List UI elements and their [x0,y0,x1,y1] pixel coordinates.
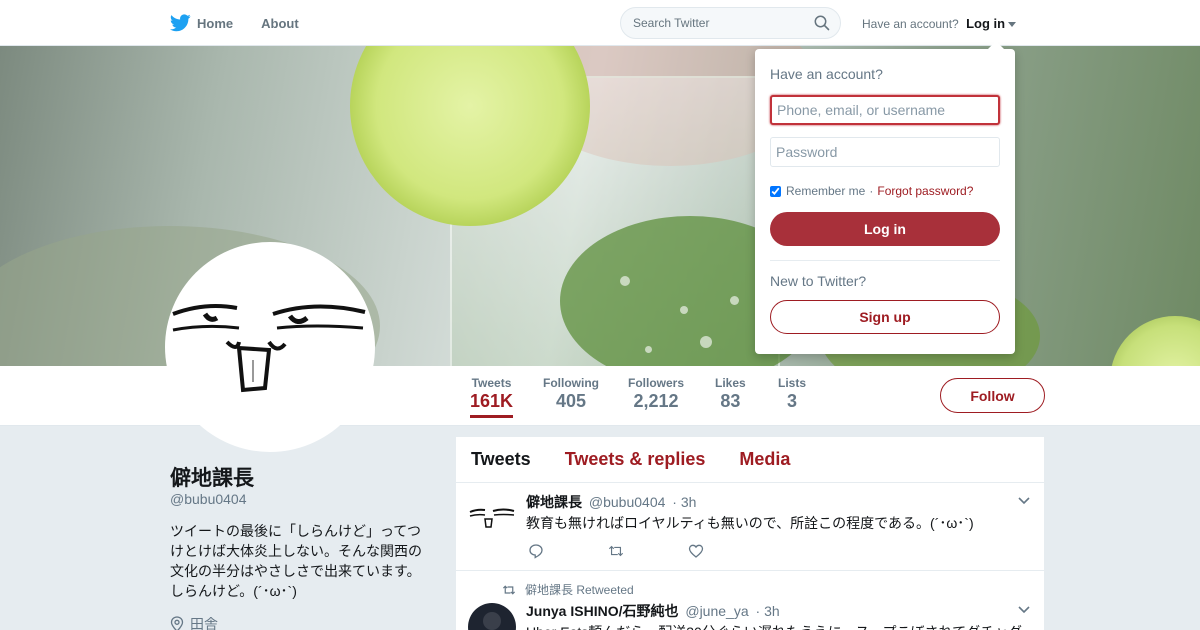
remember-separator: · [869,184,874,198]
reply-icon[interactable] [528,543,544,559]
have-account-text: Have an account? [862,17,959,31]
tab-tweets[interactable]: Tweets [471,449,531,470]
search-box [620,7,841,39]
stat-value: 405 [555,391,587,411]
remember-row: Remember me · Forgot password? [770,184,973,198]
dropdown-arrow [988,41,1004,49]
tweet-avatar-image [483,612,501,630]
stat-lists[interactable]: Lists 3 [778,376,806,412]
search-icon[interactable] [814,15,830,31]
retweet-context: 僻地課長 Retweeted [501,581,634,598]
forgot-password-link[interactable]: Forgot password? [877,184,973,198]
stat-value: 83 [720,391,741,411]
profile-handle[interactable]: @bubu0404 [170,491,247,507]
banner-bubble [645,346,652,353]
stat-label: Lists [778,376,807,390]
tweet-avatar[interactable] [468,603,516,630]
login-link-label: Log in [966,16,1006,31]
login-dropdown-toggle[interactable]: Log in [966,16,1017,31]
timeline-tabs: Tweets Tweets & replies Media [456,437,1044,483]
tab-tweets-replies[interactable]: Tweets & replies [565,449,706,470]
login-dropdown-title: Have an account? [770,66,883,82]
remember-me-checkbox[interactable] [770,185,781,197]
chevron-down-icon[interactable] [1018,606,1030,614]
dropdown-divider [770,260,1000,261]
profile-name: 僻地課長 [170,467,254,490]
remember-me-label: Remember me [786,184,866,198]
tweet-author-name[interactable]: 僻地課長 [526,494,582,510]
stat-value: 2,212 [633,391,679,411]
nav-home[interactable]: Home [170,14,233,32]
account-prompt: Have an account? Log in [862,16,1017,31]
stat-value: 161K [470,391,514,411]
stat-label: Followers [628,376,685,390]
profile-avatar[interactable] [165,242,375,452]
timeline: Tweets Tweets & replies Media 僻地課長 @bubu… [456,437,1044,630]
nav-home-label: Home [197,15,234,31]
tweet-text: Uber Eats頼んだら、配送30分ぐらい遅れたうえに、スープこぼされてグチャ… [526,622,1022,630]
signup-button[interactable]: Sign up [770,300,1000,334]
login-button[interactable]: Log in [770,212,1000,246]
tab-media[interactable]: Media [739,449,790,470]
tweet-text: 教育も無ければロイヤルティも無いので、所詮この程度である。(´･ω･`) [526,515,974,531]
tweet-author-handle[interactable]: @bubu0404 [589,494,666,510]
stat-label: Tweets [471,376,512,390]
stat-value: 3 [787,391,798,411]
tweet-timestamp[interactable]: · 3h [756,603,780,619]
password-input[interactable] [770,137,1000,167]
like-icon[interactable] [688,543,704,559]
login-dropdown: Have an account? Remember me · Forgot pa… [755,41,1015,354]
search-input[interactable] [621,8,801,38]
avatar-face-image [172,304,366,393]
tweet-header: 僻地課長 @bubu0404 · 3h [526,492,696,512]
retweet-context-text[interactable]: 僻地課長 Retweeted [525,581,634,598]
profile-location-text: 田舎 [190,616,218,630]
stat-following[interactable]: Following 405 [543,376,599,412]
profile-location: 田舎 [170,614,218,630]
follow-button[interactable]: Follow [940,378,1045,413]
nav-left: Home About [170,0,327,46]
new-to-twitter-text: New to Twitter? [770,273,867,289]
tweet[interactable]: 僻地課長 Retweeted Junya ISHINO/石野純也 @june_y… [456,571,1044,630]
tweet-author-name[interactable]: Junya ISHINO/石野純也 [526,603,678,619]
profile-bio: ツイートの最後に「しらんけど」ってつけとけば大体炎上しない。そんな関西の文化の半… [170,523,422,599]
stat-followers[interactable]: Followers 2,212 [628,376,684,412]
banner-bubble [620,276,630,286]
banner-lime-slice [1110,316,1200,366]
tweet[interactable]: 僻地課長 @bubu0404 · 3h 教育も無ければロイヤルティも無いので、所… [456,483,1044,571]
banner-bubble [680,306,688,314]
tweet-author-handle[interactable]: @june_ya [685,603,748,619]
tweet-header: Junya ISHINO/石野純也 @june_ya · 3h [526,601,780,621]
retweet-icon [502,584,516,595]
retweet-icon[interactable] [608,543,624,559]
nav-about[interactable]: About [261,16,299,31]
tweet-actions [528,543,768,559]
tweet-avatar-image [469,508,515,528]
stat-likes[interactable]: Likes 83 [715,376,746,412]
username-input[interactable] [770,95,1000,125]
banner-bubble [730,296,739,305]
tweet-avatar[interactable] [468,493,516,541]
chevron-down-icon[interactable] [1018,497,1030,505]
banner-bubble [700,336,712,348]
stat-tweets[interactable]: Tweets 161K [470,376,514,418]
tweet-timestamp[interactable]: · 3h [672,494,696,510]
location-icon [170,616,184,630]
stat-label: Likes [715,376,746,390]
caret-down-icon [1008,22,1017,28]
stat-label: Following [543,376,599,390]
twitter-bird-icon [170,14,191,32]
top-nav-bar: Home About Have an account? Log in [0,0,1200,46]
